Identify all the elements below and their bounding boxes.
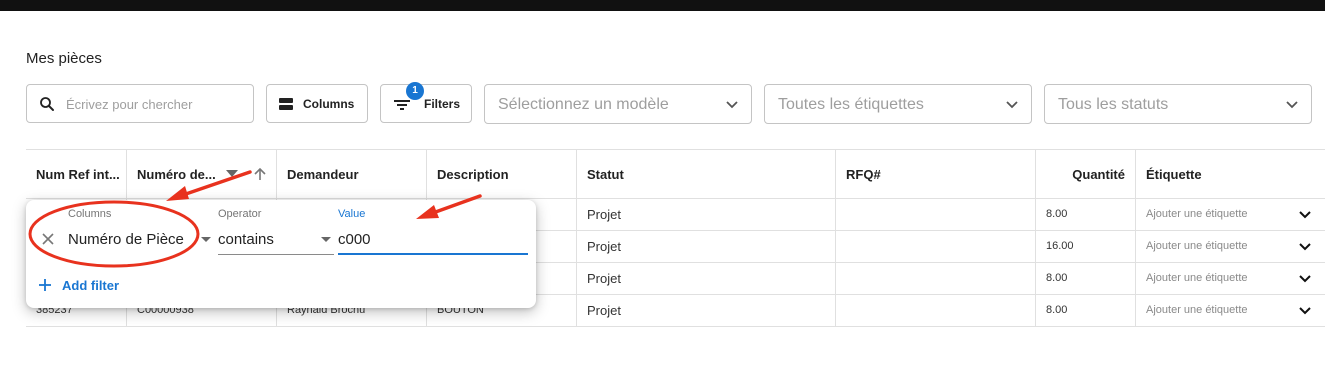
search-field[interactable]: Écrivez pour chercher: [26, 84, 254, 123]
filters-button-label: Filters: [424, 97, 461, 111]
model-select-value: Sélectionnez un modèle: [498, 96, 669, 113]
cell-statut: Projet: [576, 263, 835, 294]
chevron-down-icon: [1286, 101, 1298, 109]
columns-button-label: Columns: [303, 97, 355, 111]
filter-active-icon[interactable]: [224, 166, 240, 182]
header-statut[interactable]: Statut: [576, 150, 835, 199]
top-bar: [0, 0, 1325, 11]
close-icon[interactable]: [40, 231, 56, 247]
header-demandeur[interactable]: Demandeur: [276, 150, 426, 199]
cell-quantite: 16.00: [1035, 231, 1135, 262]
cell-rfq: [835, 231, 1035, 262]
cell-quantite: 8.00: [1035, 295, 1135, 326]
cell-quantite: 8.00: [1035, 263, 1135, 294]
filter-column-value: Numéro de Pièce: [68, 231, 184, 248]
header-quantite[interactable]: Quantité: [1035, 150, 1135, 199]
cell-etiquette[interactable]: Ajouter une étiquette: [1135, 295, 1325, 326]
header-etiquette[interactable]: Étiquette: [1135, 150, 1325, 199]
filter-value-text: c000: [338, 231, 371, 248]
filter-panel: Columns Numéro de Pièce Operator contain…: [26, 200, 536, 308]
add-filter-label: Add filter: [62, 278, 120, 293]
columns-button[interactable]: Columns: [266, 84, 368, 123]
filter-operator-label: Operator: [218, 208, 262, 220]
cell-rfq: [835, 199, 1035, 230]
page-title: Mes pièces: [26, 50, 102, 67]
header-num-ref[interactable]: Num Ref int...: [26, 150, 126, 199]
cell-statut: Projet: [576, 295, 835, 326]
filter-value-label: Value: [338, 208, 366, 220]
filter-list-icon: [394, 100, 410, 110]
dropdown-arrow-icon: [201, 237, 211, 242]
columns-icon: [279, 98, 293, 110]
model-select[interactable]: Sélectionnez un modèle: [484, 84, 752, 124]
cell-etiquette[interactable]: Ajouter une étiquette: [1135, 231, 1325, 262]
cell-quantite: 8.00: [1035, 199, 1135, 230]
filters-count-badge: 1: [406, 82, 424, 100]
cell-rfq: [835, 263, 1035, 294]
chevron-down-icon: [726, 101, 738, 109]
chevron-down-icon[interactable]: [1298, 241, 1312, 253]
cell-statut: Projet: [576, 231, 835, 262]
cell-etiquette[interactable]: Ajouter une étiquette: [1135, 199, 1325, 230]
dropdown-arrow-icon: [321, 237, 331, 242]
chevron-down-icon[interactable]: [1298, 209, 1312, 221]
cell-statut: Projet: [576, 199, 835, 230]
tags-select[interactable]: Toutes les étiquettes: [764, 84, 1032, 124]
status-select[interactable]: Tous les statuts: [1044, 84, 1312, 124]
search-placeholder: Écrivez pour chercher: [66, 97, 193, 112]
value-underline: [338, 253, 528, 255]
header-numero-label: Numéro de...: [137, 167, 216, 182]
header-description[interactable]: Description: [426, 150, 576, 199]
chevron-down-icon[interactable]: [1298, 305, 1312, 317]
plus-icon: [39, 279, 51, 291]
chevron-down-icon[interactable]: [1298, 273, 1312, 285]
status-select-value: Tous les statuts: [1058, 96, 1169, 113]
cell-rfq: [835, 295, 1035, 326]
sort-arrow-up-icon[interactable]: [252, 166, 268, 182]
operator-underline: [218, 254, 334, 255]
header-rfq[interactable]: RFQ#: [835, 150, 1035, 199]
chevron-down-icon: [1006, 101, 1018, 109]
grid-header: Num Ref int... Numéro de... Demandeur De…: [26, 149, 1325, 199]
search-icon: [40, 97, 54, 111]
cell-etiquette[interactable]: Ajouter une étiquette: [1135, 263, 1325, 294]
tags-select-value: Toutes les étiquettes: [778, 96, 924, 113]
filter-columns-label: Columns: [68, 208, 112, 220]
filters-button[interactable]: 1 Filters: [380, 82, 472, 123]
filter-operator-value: contains: [218, 231, 274, 248]
